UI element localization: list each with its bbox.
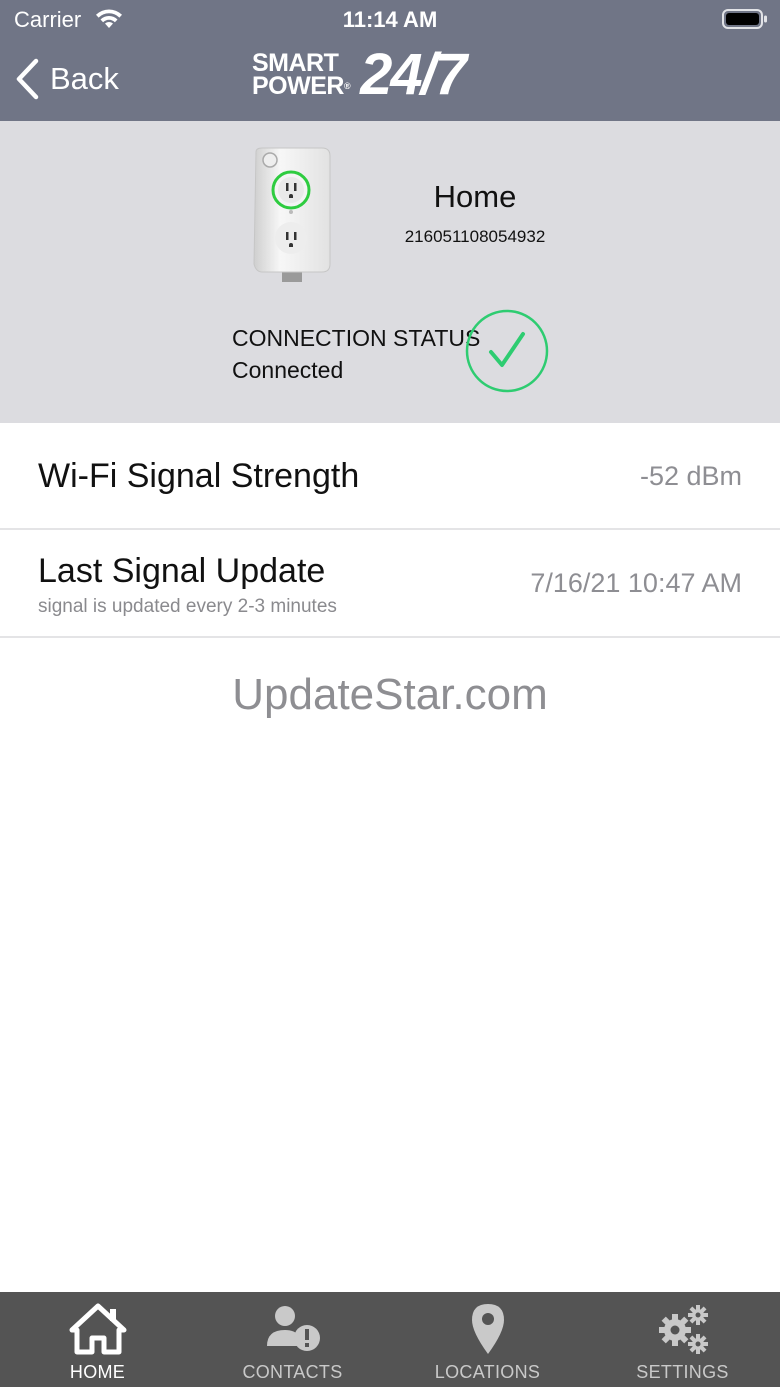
connection-status-label: CONNECTION STATUS — [232, 325, 481, 351]
battery-icon — [722, 9, 767, 29]
last-update-title: Last Signal Update — [38, 552, 326, 590]
tab-locations[interactable]: LOCATIONS — [390, 1292, 585, 1387]
logo-line-2: POWER® — [252, 72, 351, 100]
device-serial: 216051108054932 — [404, 227, 546, 246]
tab-home-label: HOME — [69, 1362, 126, 1382]
clock: 11:14 AM — [342, 7, 438, 32]
back-button[interactable]: Back — [14, 56, 119, 102]
tab-settings-label: SETTINGS — [636, 1362, 729, 1382]
device-name: Home — [433, 179, 517, 214]
tab-bar: HOME CONTACTS LOCATIONS SETTINGS — [0, 1292, 780, 1387]
tab-home[interactable]: HOME — [0, 1292, 195, 1387]
home-icon — [69, 1303, 126, 1355]
status-bar: Carrier 11:14 AM — [0, 0, 780, 40]
smart-power-logo: SMART POWER® 24/7 — [252, 42, 467, 107]
tab-contacts-label: CONTACTS — [242, 1362, 343, 1382]
location-pin-icon — [471, 1304, 504, 1354]
app-header: Carrier 11:14 AM Back SMART POWER® 24/7 — [0, 0, 780, 121]
smart-plug-image — [253, 147, 331, 282]
logo-text: SMART POWER® — [252, 51, 351, 100]
wifi-signal-row: Wi-Fi Signal Strength -52 dBm — [0, 423, 780, 530]
contacts-alert-icon — [266, 1306, 320, 1351]
chevron-left-icon — [16, 58, 39, 100]
tab-locations-label: LOCATIONS — [434, 1362, 541, 1382]
device-panel: Home 216051108054932 CONNECTION STATUS C… — [0, 121, 780, 423]
watermark: UpdateStar.com — [232, 670, 548, 719]
tab-settings[interactable]: SETTINGS — [585, 1292, 780, 1387]
tab-contacts[interactable]: CONTACTS — [195, 1292, 390, 1387]
last-update-subtitle: signal is updated every 2-3 minutes — [38, 596, 337, 617]
back-label: Back — [50, 61, 119, 96]
wifi-signal-value: -52 dBm — [639, 461, 742, 491]
logo-24-7: 24/7 — [360, 42, 467, 107]
wifi-signal-title: Wi-Fi Signal Strength — [38, 457, 360, 495]
gears-icon — [658, 1305, 708, 1354]
connected-check-icon — [465, 309, 549, 393]
connection-status-value: Connected — [232, 357, 344, 383]
last-update-value: 7/16/21 10:47 AM — [530, 568, 742, 598]
last-signal-update-row: Last Signal Update signal is updated eve… — [0, 530, 780, 638]
